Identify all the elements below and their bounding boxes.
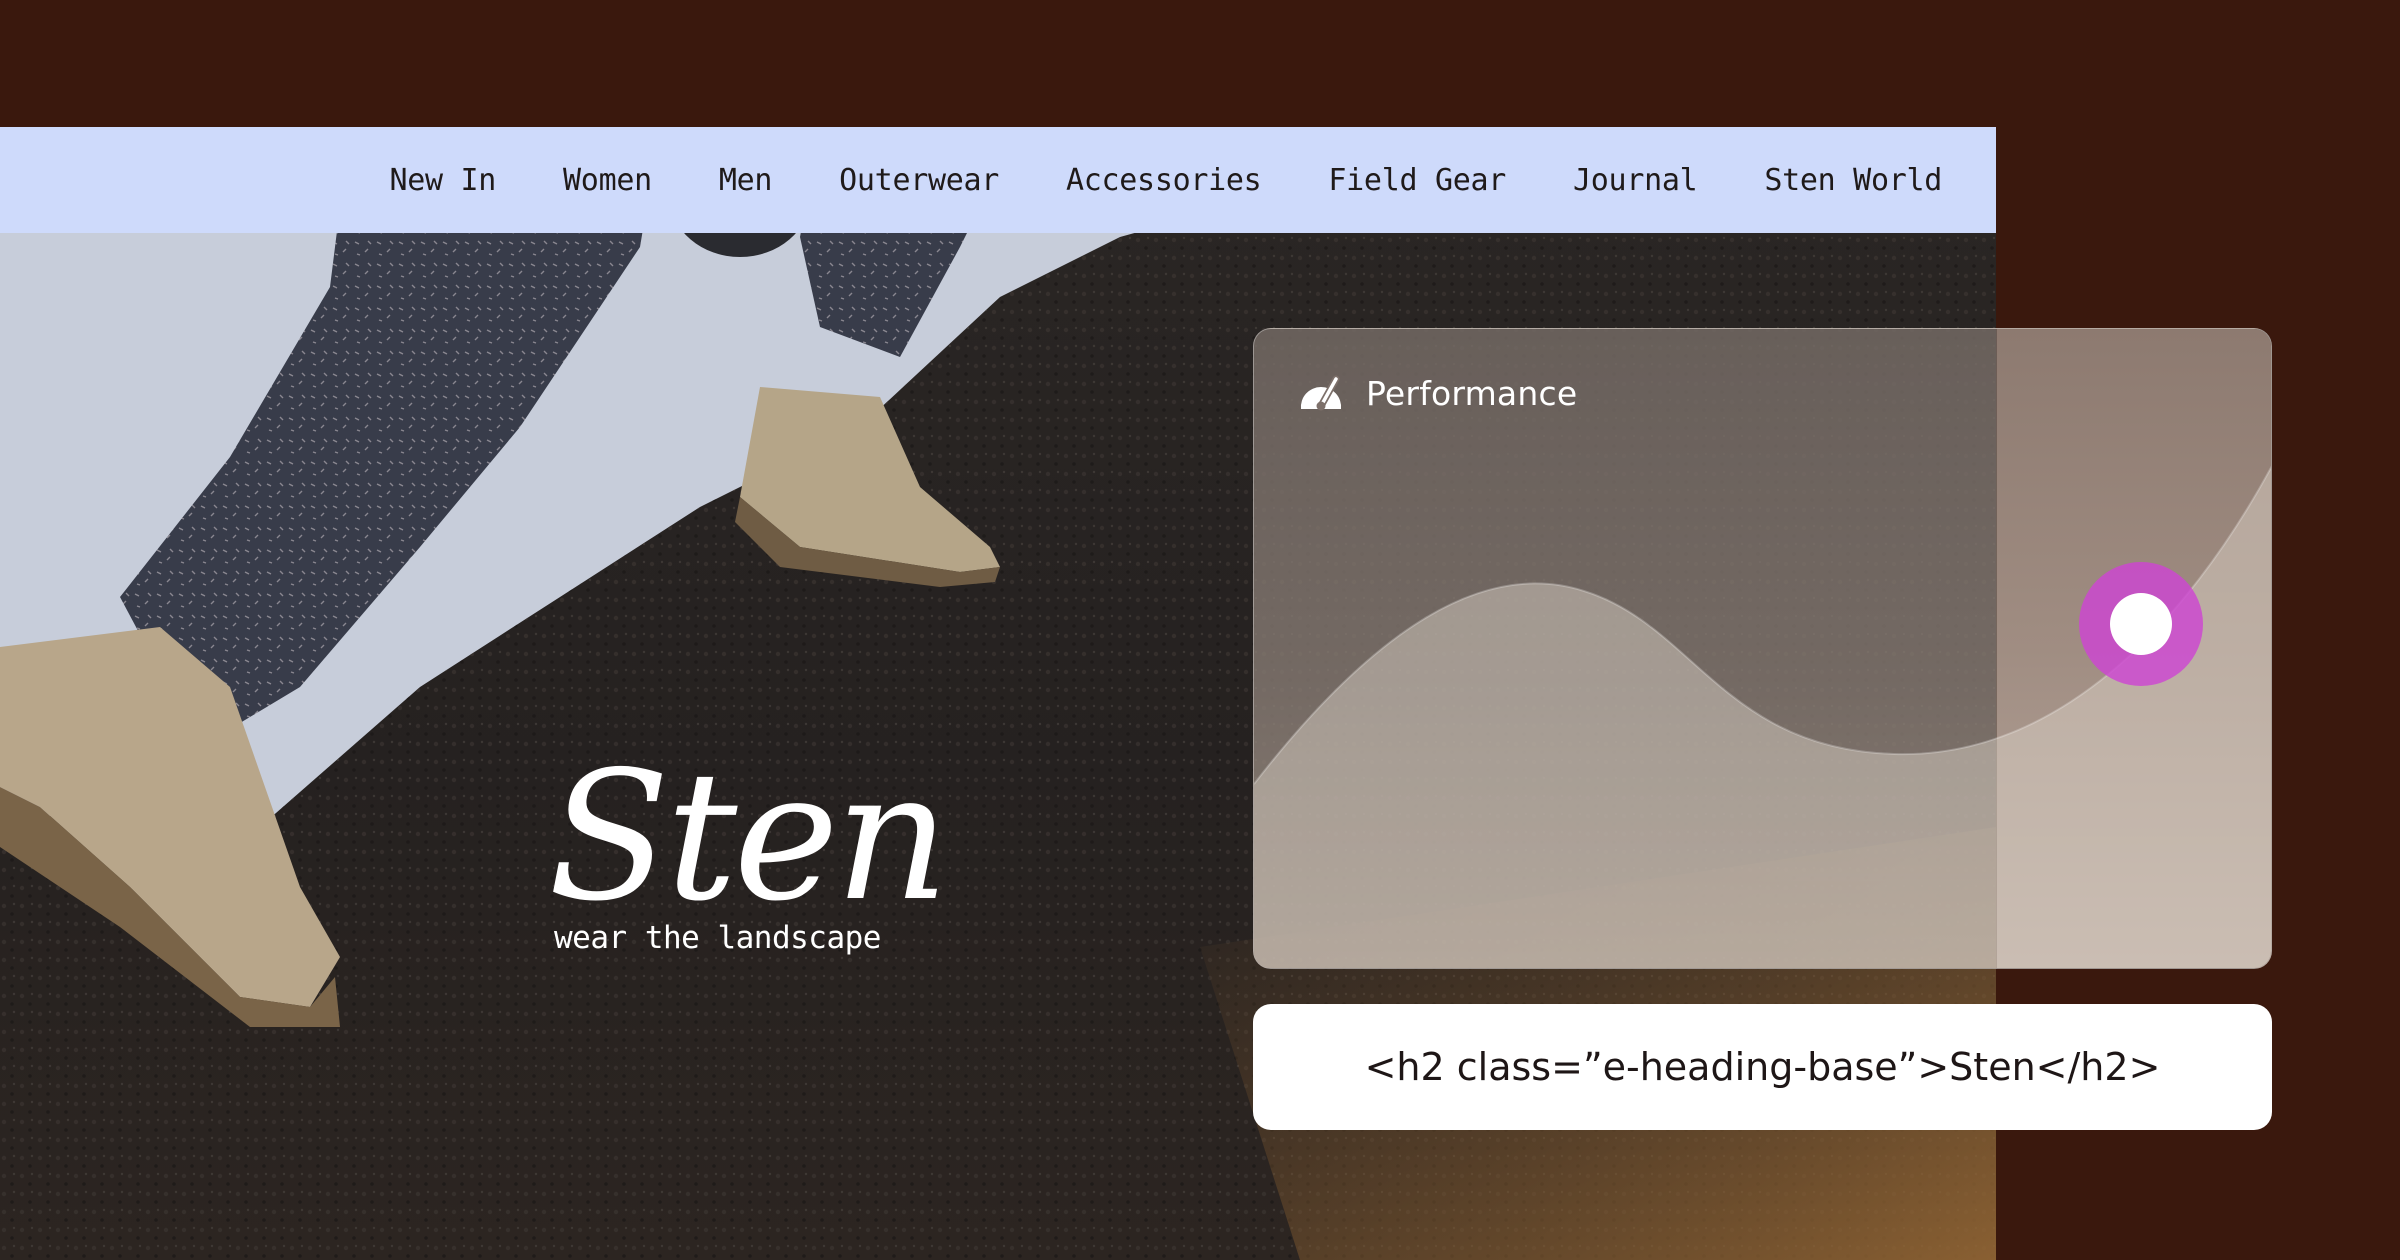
nav-item-journal[interactable]: Journal (1573, 163, 1698, 198)
nav-item-women[interactable]: Women (563, 163, 652, 198)
nav-item-accessories[interactable]: Accessories (1066, 163, 1262, 198)
main-navigation: New In Women Men Outerwear Accessories F… (0, 127, 1996, 233)
brand-tagline: wear the landscape (554, 920, 881, 956)
nav-item-outerwear[interactable]: Outerwear (839, 163, 999, 198)
nav-item-men[interactable]: Men (719, 163, 773, 198)
slider-handle-dot (2110, 593, 2172, 655)
performance-title: Performance (1366, 373, 1578, 413)
nav-item-new-in[interactable]: New In (389, 163, 496, 198)
nav-item-field-gear[interactable]: Field Gear (1328, 163, 1506, 198)
code-snippet: <h2 class=”e-heading-base”>Sten</h2> (1253, 1004, 2272, 1130)
performance-card: Performance (1253, 328, 2272, 969)
nav-item-sten-world[interactable]: Sten World (1764, 163, 1942, 198)
gauge-icon (1300, 375, 1342, 411)
code-snippet-text: <h2 class=”e-heading-base”>Sten</h2> (1364, 1045, 2161, 1089)
brand-logo[interactable]: Sten wear the landscape (548, 733, 949, 957)
brand-name: Sten (548, 733, 949, 940)
performance-slider-handle[interactable] (2079, 562, 2203, 686)
performance-header: Performance (1298, 373, 1577, 413)
